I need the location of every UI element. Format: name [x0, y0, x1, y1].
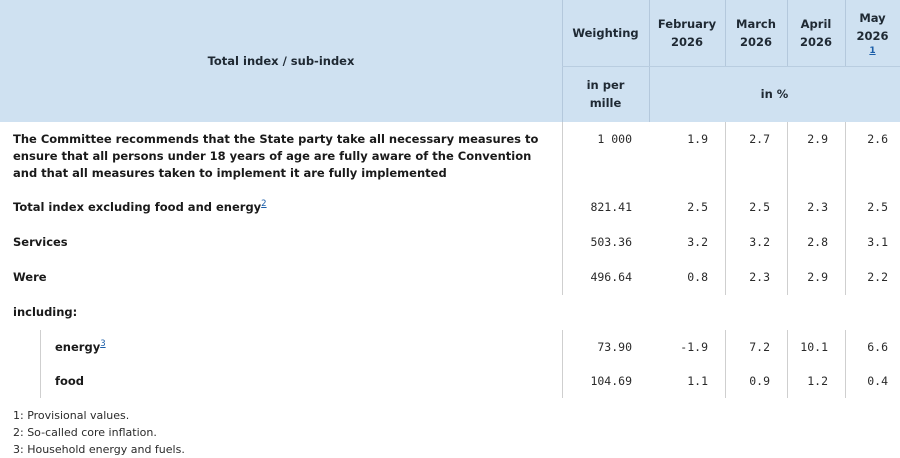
values-unit-header: in %	[649, 66, 900, 122]
month-header: March 2026	[725, 0, 787, 66]
value-cell: 2.3	[807, 200, 828, 214]
value-cell: 3.1	[867, 235, 888, 249]
value-cell: -1.9	[680, 340, 708, 354]
row-label: The Committee recommends that the State …	[13, 132, 539, 180]
values-unit: in %	[760, 87, 789, 101]
row-label: Total index excluding food and energy2	[13, 199, 267, 216]
weighting-unit: in per mille	[586, 78, 625, 110]
section-label: including:	[13, 305, 78, 319]
footnote: 3: Household energy and fuels.	[13, 443, 185, 456]
value-cell: 2.5	[749, 200, 770, 214]
month-header: May 2026 1	[845, 0, 900, 66]
value-cell: 1.2	[807, 374, 828, 388]
value-cell: 2.7	[749, 132, 770, 146]
footnote-link[interactable]: 3	[100, 339, 105, 349]
month-name: February	[657, 17, 717, 31]
label-column-header: Total index / sub-index	[0, 0, 562, 122]
footnote-link[interactable]: 1	[869, 45, 875, 57]
value-cell: 6.6	[867, 340, 888, 354]
weighting-cell: 1 000	[597, 132, 632, 146]
value-cell: 2.9	[807, 132, 828, 146]
column-divider	[40, 330, 41, 398]
month-name: April	[800, 17, 832, 31]
label-column-title: Total index / sub-index	[207, 54, 355, 68]
footnote-link[interactable]: 2	[261, 199, 266, 209]
row-label: Were	[13, 270, 47, 284]
month-header: April 2026	[787, 0, 845, 66]
value-cell: 3.2	[749, 235, 770, 249]
month-year: 2026	[739, 35, 772, 49]
value-cell: 1.9	[687, 132, 708, 146]
month-name: March	[736, 17, 776, 31]
month-name: May	[859, 11, 886, 25]
value-cell: 0.8	[687, 270, 708, 284]
value-cell: 2.5	[867, 200, 888, 214]
value-cell: 2.2	[867, 270, 888, 284]
row-label-text: Total index excluding food and energy	[13, 200, 262, 214]
month-year: 2026	[856, 29, 889, 43]
weighting-unit-header: in per mille	[562, 66, 649, 122]
value-cell: 2.6	[867, 132, 888, 146]
value-cell: 0.4	[867, 374, 888, 388]
weighting-cell: 503.36	[590, 235, 632, 249]
weighting-header: Weighting	[562, 0, 649, 66]
month-header: February 2026	[649, 0, 725, 66]
value-cell: 2.5	[687, 200, 708, 214]
value-cell: 2.8	[807, 235, 828, 249]
month-year: 2026	[799, 35, 832, 49]
value-cell: 3.2	[687, 235, 708, 249]
value-cell: 1.1	[687, 374, 708, 388]
row-label: food	[55, 374, 85, 388]
month-year: 2026	[670, 35, 703, 49]
value-cell: 0.9	[749, 374, 770, 388]
weighting-cell: 496.64	[590, 270, 632, 284]
row-label: energy3	[55, 339, 106, 356]
value-cell: 2.3	[749, 270, 770, 284]
footnote: 1: Provisional values.	[13, 409, 130, 422]
row-label: Services	[13, 235, 68, 249]
weighting-cell: 73.90	[597, 340, 632, 354]
weighting-cell: 104.69	[590, 374, 632, 388]
value-cell: 2.9	[807, 270, 828, 284]
footnote: 2: So-called core inflation.	[13, 426, 157, 439]
weighting-cell: 821.41	[590, 200, 632, 214]
row-label-text: energy	[55, 340, 101, 354]
weighting-title: Weighting	[572, 26, 639, 40]
value-cell: 10.1	[800, 340, 828, 354]
value-cell: 7.2	[749, 340, 770, 354]
